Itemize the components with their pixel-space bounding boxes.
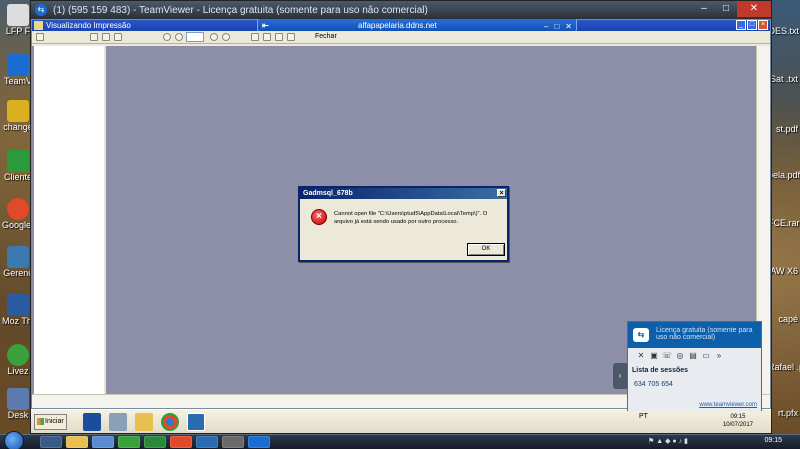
taskbar-app-icon[interactable] (222, 436, 244, 448)
license-text: Licença gratuita (somente para uso não c… (656, 327, 753, 341)
three-pages-icon[interactable] (263, 33, 271, 41)
error-message: Cannot open file "C:\Users\ptud5\AppData… (334, 211, 488, 225)
window-controls: _ □ × (736, 20, 768, 30)
desktop-icon-label[interactable]: Rafael .pdf (768, 362, 800, 372)
next-page-icon[interactable] (210, 33, 218, 41)
app-icon (34, 21, 43, 30)
remote-date: 10/07/2017 (722, 422, 753, 428)
phone-icon[interactable]: ☏ (662, 351, 672, 364)
windows-start-icon[interactable] (4, 431, 24, 449)
zoom-icon[interactable] (102, 33, 110, 41)
remote-taskbar: Iniciar PT 09:15 10/07/2017 (31, 409, 771, 433)
excel-icon[interactable] (144, 436, 166, 448)
file-icon[interactable]: ▭ (701, 351, 711, 364)
local-taskbar: ⚑ ▲ ◆ ● ♪ ▮ 09:15 (0, 431, 800, 449)
server-manager-icon[interactable] (109, 413, 127, 431)
taskbar-app-icon[interactable] (196, 436, 218, 448)
desktop-icon-label[interactable]: FCE.rar (768, 218, 800, 228)
session-list-header[interactable]: Lista de sessões (632, 367, 688, 374)
video-icon[interactable]: ▣ (649, 351, 659, 364)
last-page-icon[interactable] (222, 33, 230, 41)
previous-page-icon[interactable] (175, 33, 183, 41)
close-icon[interactable]: × (497, 189, 506, 197)
close-icon[interactable]: × (758, 20, 768, 30)
preview-page (34, 46, 106, 394)
print-preview-toolbar: Fechar (32, 31, 770, 44)
expand-icon[interactable]: » (714, 351, 724, 364)
chrome-icon[interactable] (161, 413, 179, 431)
error-icon: × (311, 209, 327, 225)
folder-icon[interactable] (135, 413, 153, 431)
language-indicator[interactable]: PT (639, 413, 648, 420)
teamviewer-side-panel: ⇆ Licença gratuita (somente para uso não… (627, 321, 762, 412)
panel-toolbar: ✕ ▣ ☏ ◎ ▤ ▭ » (628, 348, 761, 364)
chrome-icon[interactable] (170, 436, 192, 448)
minimize-icon[interactable]: – (693, 1, 715, 17)
start-button[interactable]: Iniciar (34, 414, 67, 430)
local-clock[interactable]: 09:15 (764, 437, 782, 444)
page-setup-icon[interactable] (90, 33, 98, 41)
window-controls: – □ ✕ (693, 1, 771, 17)
panel-collapse-button[interactable]: › (613, 363, 627, 389)
two-pages-icon[interactable] (251, 33, 259, 41)
session-id[interactable]: 634 705 654 (634, 381, 673, 388)
taskbar-app-icon[interactable] (40, 436, 62, 448)
remote-system-tray: PT 09:15 10/07/2017 (639, 413, 771, 432)
ts-app-icon[interactable] (187, 413, 205, 431)
remote-clock[interactable]: 09:15 10/07/2017 (723, 413, 753, 429)
close-preview-button[interactable]: Fechar (315, 32, 337, 42)
desktop-icon-label[interactable]: bela.pdf (768, 170, 800, 180)
close-icon[interactable]: ✕ (737, 1, 771, 17)
teamviewer-logo-icon: ⇆ (35, 4, 47, 16)
error-dialog: Gadmsql_678b × × Cannot open file "C:\Us… (298, 186, 509, 262)
four-pages-icon[interactable] (275, 33, 283, 41)
print-preview-title: Visualizando Impressão (46, 21, 131, 30)
headset-icon[interactable]: ◎ (675, 351, 685, 364)
session-list: Lista de sessões 634 705 654 www.teamvie… (628, 364, 761, 412)
six-pages-icon[interactable] (287, 33, 295, 41)
maximize-icon[interactable]: □ (715, 1, 737, 17)
powershell-icon[interactable] (83, 413, 101, 431)
teamviewer-title: (1) (595 159 483) - TeamViewer - Licença… (53, 4, 428, 16)
maximize-icon[interactable]: □ (747, 20, 757, 30)
page-number-input[interactable] (186, 32, 204, 42)
remote-time: 09:15 (730, 414, 746, 420)
start-label: Iniciar (45, 418, 64, 425)
taskbar-app-icon[interactable] (92, 436, 114, 448)
local-system-tray[interactable]: ⚑ ▲ ◆ ● ♪ ▮ (648, 437, 688, 445)
desktop-icon-label[interactable]: OES.txt (768, 26, 799, 36)
desktop-icon-label[interactable]: AW X6 (768, 266, 798, 276)
folder-icon[interactable] (66, 436, 88, 448)
desktop-icon-label[interactable]: Sat .txt (768, 74, 798, 84)
website-link[interactable]: www.teamviewer.com (699, 402, 757, 408)
dialog-title: Gadmsql_678b (303, 190, 353, 197)
close-session-icon[interactable]: ✕ (636, 351, 646, 364)
first-page-icon[interactable] (163, 33, 171, 41)
desktop-icon-label[interactable]: capé (768, 314, 798, 324)
print-icon[interactable] (36, 33, 44, 41)
ok-button[interactable]: OK (467, 243, 505, 256)
dialog-titlebar[interactable]: Gadmsql_678b × (300, 188, 507, 199)
minimize-icon[interactable]: _ (736, 20, 746, 30)
license-banner: ⇆ Licença gratuita (somente para uso não… (628, 322, 761, 348)
desktop-icon-label[interactable]: st.pdf (768, 124, 798, 134)
teamviewer-logo-icon: ⇆ (633, 328, 649, 342)
one-page-icon[interactable] (114, 33, 122, 41)
chat-icon[interactable]: ▤ (688, 351, 698, 364)
desktop-icon-label[interactable]: rt.pfx (768, 408, 798, 418)
taskbar-app-icon[interactable] (118, 436, 140, 448)
teamviewer-titlebar[interactable]: ⇆ (1) (595 159 483) - TeamViewer - Licen… (31, 1, 771, 19)
teamviewer-icon[interactable] (248, 436, 270, 448)
windows-flag-icon (37, 418, 44, 425)
